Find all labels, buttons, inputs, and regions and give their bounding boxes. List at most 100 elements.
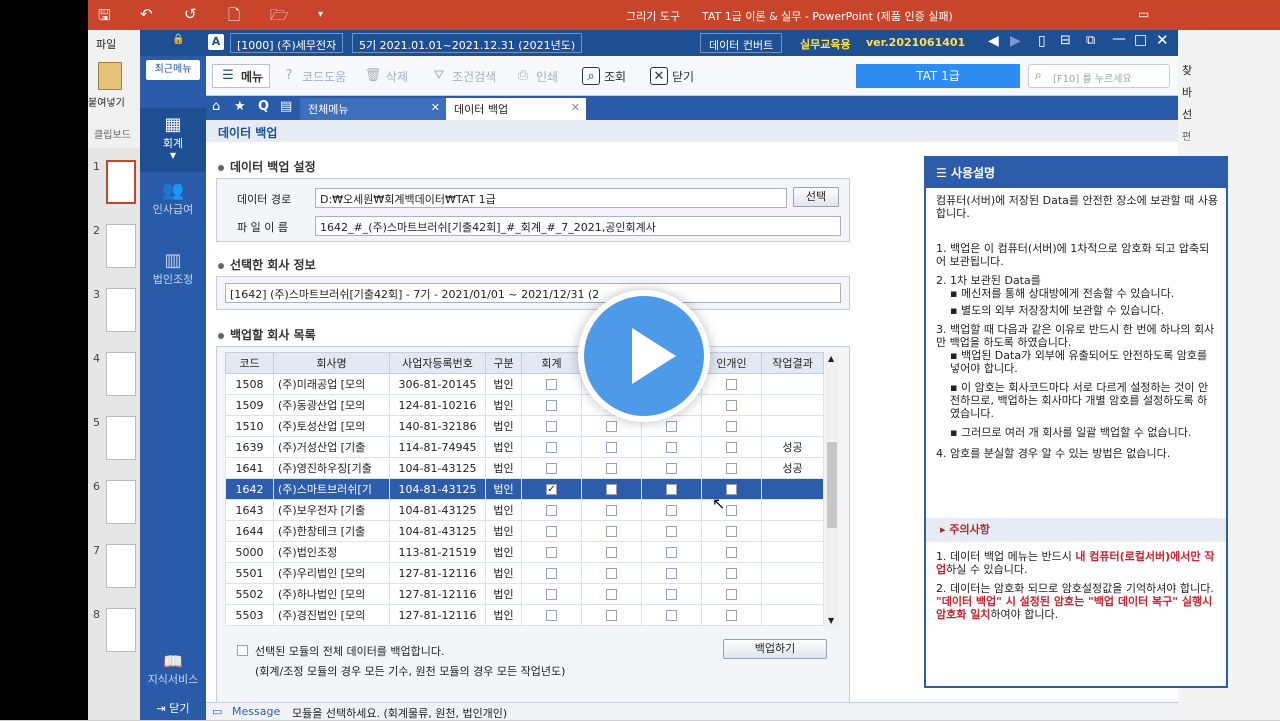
minimize-icon[interactable]: —	[1112, 31, 1126, 47]
scroll-down-icon[interactable]: ▼	[828, 616, 834, 625]
close-button[interactable]: ✕ 닫기	[650, 64, 694, 88]
select-path-button[interactable]: 선택	[793, 187, 839, 207]
ribbon-display-icon[interactable]: ▭	[1138, 7, 1149, 21]
backup-button[interactable]: 백업하기	[723, 639, 827, 659]
table-row[interactable]: 5501 (주)우리법인 [모의 127-81-12116 법인	[225, 562, 824, 584]
file-tab[interactable]: 파일	[96, 36, 116, 52]
company-selector[interactable]: [1000] (주)세무전자	[230, 33, 344, 53]
save-icon[interactable]: 🖫	[98, 5, 111, 30]
redo-icon[interactable]: ↺	[184, 5, 197, 23]
table-row[interactable]: 1641 (주)영진하우징[기출 104-81-43125 법인 성공	[225, 457, 824, 479]
col-company-name[interactable]: 회사명	[273, 352, 390, 374]
close-icon[interactable]: ✕	[1156, 31, 1169, 49]
checkbox[interactable]	[606, 568, 617, 579]
col-personal[interactable]: 인개인	[701, 352, 762, 374]
undo-icon[interactable]: ↶	[140, 5, 153, 23]
select-label[interactable]: 선	[1182, 106, 1192, 122]
checkbox[interactable]	[546, 400, 557, 411]
checkbox[interactable]	[546, 547, 557, 558]
table-row[interactable]: 1639 (주)거성산업 [기출 114-81-74945 법인 성공	[225, 436, 824, 458]
period-selector[interactable]: 5기 2021.01.01~2021.12.31 (2021년도)	[352, 33, 583, 53]
checkbox[interactable]	[726, 484, 737, 495]
open-folder-icon[interactable]: 🗁	[270, 5, 289, 30]
checkbox[interactable]	[666, 442, 677, 453]
table-row[interactable]: 1508 (주)미래공업 [모의 306-81-20145 법인	[225, 373, 824, 395]
customize-quick-access-icon[interactable]: ▾	[318, 9, 323, 20]
checkbox[interactable]	[546, 505, 557, 516]
table-row[interactable]: 1644 (주)한창테크 [기출 104-81-43125 법인	[225, 520, 824, 542]
recent-menu-button[interactable]: 최근메뉴	[146, 60, 200, 80]
checkbox[interactable]	[546, 442, 557, 453]
slide-thumbnail[interactable]	[106, 608, 136, 652]
tab-close-icon[interactable]: ✕	[431, 101, 440, 114]
path-field[interactable]: D:₩오세원₩회계백데이터₩TAT 1급	[315, 188, 787, 208]
col-biz-no[interactable]: 사업자등록번호	[389, 352, 486, 374]
forward-arrow-icon[interactable]: ▶	[1010, 33, 1021, 49]
checkbox[interactable]	[546, 379, 557, 390]
checkbox[interactable]	[666, 610, 677, 621]
col-accounting[interactable]: 회계	[521, 352, 582, 374]
paste-icon[interactable]	[98, 62, 122, 90]
checkbox[interactable]	[546, 463, 557, 474]
checkbox[interactable]	[546, 568, 557, 579]
table-row[interactable]: 1642 (주)스마트브러쉬[기 104-81-43125 법인 ✓	[225, 478, 824, 500]
checkbox[interactable]	[726, 589, 737, 600]
code-help-button[interactable]: ? 코드도움	[280, 64, 347, 88]
col-type[interactable]: 구분	[485, 352, 522, 374]
checkbox[interactable]	[726, 442, 737, 453]
nav-accounting[interactable]: ▦ 회계 ▼	[140, 108, 206, 172]
tab-data-backup[interactable]: 데이터 백업 ✕	[446, 98, 586, 120]
back-arrow-icon[interactable]: ◀	[988, 33, 999, 49]
replace-label[interactable]: 바	[1182, 84, 1192, 100]
nav-knowledge-service[interactable]: 📖 지식서비스	[140, 652, 206, 687]
delete-button[interactable]: 🗑 삭제	[364, 64, 408, 88]
paste-label[interactable]: 붙여넣기	[88, 94, 125, 109]
grid-icon[interactable]: ▤	[280, 99, 292, 114]
slide-thumbnail[interactable]	[106, 160, 136, 204]
nav-corporate-tax[interactable]: ▥ 법인조정	[140, 250, 206, 287]
checkbox[interactable]	[546, 610, 557, 621]
checkbox[interactable]	[726, 610, 737, 621]
checkbox[interactable]	[606, 589, 617, 600]
checkbox[interactable]	[726, 379, 737, 390]
all-data-checkbox[interactable]	[237, 645, 248, 656]
checkbox[interactable]	[606, 463, 617, 474]
slide-thumbnail[interactable]	[106, 480, 136, 524]
print-button[interactable]: ⎙ 인쇄	[514, 64, 558, 88]
new-file-icon[interactable]: 🗋	[228, 5, 240, 30]
checkbox[interactable]	[546, 589, 557, 600]
slide-thumbnail[interactable]	[106, 544, 136, 588]
checkbox[interactable]	[546, 421, 557, 432]
checkbox[interactable]	[606, 442, 617, 453]
search-icon[interactable]: Q	[258, 99, 269, 114]
tab-all-menu[interactable]: 전체메뉴 ✕	[300, 98, 446, 120]
checkbox[interactable]	[726, 526, 737, 537]
table-row[interactable]: 5502 (주)하나법인 [모의 127-81-12116 법인	[225, 583, 824, 605]
nav-close[interactable]: ⇥ 닫기	[140, 700, 206, 716]
find-label[interactable]: 찾	[1182, 62, 1192, 78]
menu-button[interactable]: ☰ 메뉴	[212, 64, 271, 88]
slide-thumbnail[interactable]	[106, 288, 136, 332]
layout-icon[interactable]: ⊟	[1060, 33, 1071, 48]
drawing-tools-tab[interactable]: 그리기 도구	[626, 8, 680, 24]
grade-selector[interactable]: TAT 1급	[856, 64, 1020, 88]
checkbox[interactable]	[666, 547, 677, 558]
data-convert-button[interactable]: 데이터 컨버트	[700, 33, 783, 53]
slide-thumbnail[interactable]	[106, 224, 136, 268]
checkbox[interactable]	[666, 484, 677, 495]
tab-close-icon[interactable]: ✕	[571, 101, 580, 114]
checkbox[interactable]	[666, 589, 677, 600]
table-row[interactable]: 1510 (주)토성산업 [모의 140-81-32186 법인	[225, 415, 824, 437]
video-play-icon[interactable]	[578, 290, 710, 422]
condition-search-button[interactable]: ⛛ 조건검색	[430, 64, 497, 88]
nav-payroll[interactable]: 👥 인사급여	[140, 180, 206, 217]
table-row[interactable]: 5000 (주)법인조정 113-81-21519 법인	[225, 541, 824, 563]
checkbox[interactable]	[546, 526, 557, 537]
table-row[interactable]: 1509 (주)동광산업 [모의 124-81-10216 법인	[225, 394, 824, 416]
col-result[interactable]: 작업결과	[761, 352, 824, 374]
checkbox[interactable]	[666, 463, 677, 474]
checkbox[interactable]	[606, 547, 617, 558]
book-icon[interactable]: ▯	[1038, 33, 1046, 49]
scroll-up-icon[interactable]: ▲	[828, 354, 834, 363]
checkbox[interactable]	[666, 526, 677, 537]
